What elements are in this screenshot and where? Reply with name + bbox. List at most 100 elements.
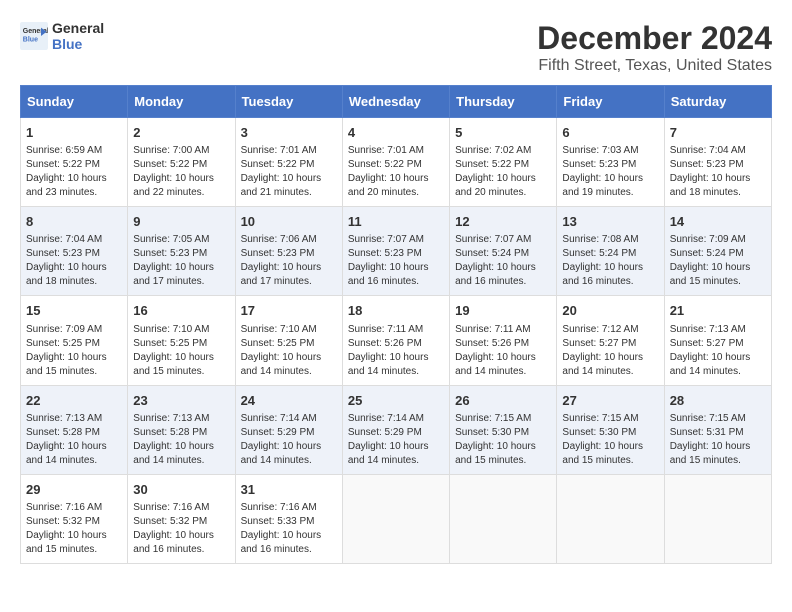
sunrise: Sunrise: 7:14 AM (348, 413, 424, 424)
sunset: Sunset: 5:27 PM (670, 338, 744, 349)
calendar-cell: 6Sunrise: 7:03 AMSunset: 5:23 PMDaylight… (557, 118, 664, 207)
daylight: Daylight: 10 hours and 14 minutes. (26, 441, 107, 466)
sunset: Sunset: 5:29 PM (348, 427, 422, 438)
day-number: 7 (670, 124, 766, 142)
day-number: 2 (133, 124, 229, 142)
daylight: Daylight: 10 hours and 14 minutes. (455, 352, 536, 377)
calendar-week-row: 8 Sunrise: 7:04 AM Sunset: 5:23 PM Daylight… (21, 207, 772, 296)
sunrise: Sunrise: 7:01 AM (348, 145, 424, 156)
daylight: Daylight: 10 hours and 14 minutes. (348, 441, 429, 466)
day-number: 25 (348, 392, 444, 410)
day-number: 5 (455, 124, 551, 142)
sunset: Sunset: 5:24 PM (455, 248, 529, 259)
sunset: Sunset: 5:25 PM (26, 338, 100, 349)
daylight: Daylight: 10 hours and 16 minutes. (133, 530, 214, 555)
day-number: 30 (133, 481, 229, 499)
calendar-cell: 9Sunrise: 7:05 AMSunset: 5:23 PMDaylight… (128, 207, 235, 296)
sunrise: Sunrise: 7:06 AM (241, 234, 317, 245)
calendar-cell: 17Sunrise: 7:10 AMSunset: 5:25 PMDayligh… (235, 296, 342, 385)
sunrise: Sunrise: 7:13 AM (26, 413, 102, 424)
sunset: Sunset: 5:32 PM (26, 516, 100, 527)
daylight: Daylight: 10 hours and 16 minutes. (562, 262, 643, 287)
daylight: Daylight: 10 hours and 15 minutes. (26, 530, 107, 555)
sunrise: Sunrise: 7:11 AM (455, 324, 530, 335)
header: General Blue General Blue December 2024 … (20, 20, 772, 75)
calendar-cell: 16Sunrise: 7:10 AMSunset: 5:25 PMDayligh… (128, 296, 235, 385)
day-number: 21 (670, 302, 766, 320)
day-number: 26 (455, 392, 551, 410)
sunrise: Sunrise: 7:09 AM (670, 234, 746, 245)
column-header-thursday: Thursday (450, 86, 557, 118)
calendar-cell (450, 474, 557, 563)
day-number: 9 (133, 213, 229, 231)
sunset: Sunset: 5:24 PM (670, 248, 744, 259)
day-number: 8 (26, 213, 122, 231)
daylight: Daylight: 10 hours and 16 minutes. (241, 530, 322, 555)
sunset: Sunset: 5:22 PM (348, 159, 422, 170)
sunset: Sunset: 5:22 PM (455, 159, 529, 170)
day-number: 10 (241, 213, 337, 231)
calendar-cell: 3Sunrise: 7:01 AMSunset: 5:22 PMDaylight… (235, 118, 342, 207)
calendar-week-row: 15Sunrise: 7:09 AMSunset: 5:25 PMDayligh… (21, 296, 772, 385)
column-header-wednesday: Wednesday (342, 86, 449, 118)
day-number: 24 (241, 392, 337, 410)
daylight: Daylight: 10 hours and 15 minutes. (670, 262, 751, 287)
day-number: 19 (455, 302, 551, 320)
sunset: Sunset: 5:24 PM (562, 248, 636, 259)
sunrise: Sunrise: 7:11 AM (348, 324, 423, 335)
calendar-cell (557, 474, 664, 563)
daylight: Daylight: 10 hours and 14 minutes. (133, 441, 214, 466)
logo-text-line2: Blue (52, 36, 104, 52)
sunrise: Sunrise: 6:59 AM (26, 145, 102, 156)
sunrise: Sunrise: 7:04 AM (670, 145, 746, 156)
calendar-cell: 27 Sunrise: 7:15 AM Sunset: 5:30 PM Dayligh… (557, 385, 664, 474)
sunset: Sunset: 5:28 PM (133, 427, 207, 438)
calendar-cell: 19Sunrise: 7:11 AMSunset: 5:26 PMDayligh… (450, 296, 557, 385)
day-number: 31 (241, 481, 337, 499)
column-header-sunday: Sunday (21, 86, 128, 118)
daylight: Daylight: 10 hours and 22 minutes. (133, 173, 214, 198)
daylight: Daylight: 10 hours and 20 minutes. (455, 173, 536, 198)
daylight: Daylight: 10 hours and 15 minutes. (562, 441, 643, 466)
sunrise: Sunrise: 7:01 AM (241, 145, 317, 156)
sunrise: Sunrise: 7:09 AM (26, 324, 102, 335)
daylight: Daylight: 10 hours and 20 minutes. (348, 173, 429, 198)
daylight: Daylight: 10 hours and 15 minutes. (26, 352, 107, 377)
sunrise: Sunrise: 7:15 AM (562, 413, 638, 424)
calendar-cell: 13Sunrise: 7:08 AMSunset: 5:24 PMDayligh… (557, 207, 664, 296)
sunset: Sunset: 5:22 PM (133, 159, 207, 170)
calendar-cell: 23Sunrise: 7:13 AMSunset: 5:28 PMDayligh… (128, 385, 235, 474)
calendar-cell: 18Sunrise: 7:11 AMSunset: 5:26 PMDayligh… (342, 296, 449, 385)
day-number: 23 (133, 392, 229, 410)
calendar-week-row: 1Sunrise: 6:59 AMSunset: 5:22 PMDaylight… (21, 118, 772, 207)
daylight: Daylight: 10 hours and 16 minutes. (348, 262, 429, 287)
sunset: Sunset: 5:23 PM (26, 248, 100, 259)
calendar-header-row: SundayMondayTuesdayWednesdayThursdayFrid… (21, 86, 772, 118)
calendar-week-row: 22Sunrise: 7:13 AMSunset: 5:28 PMDayligh… (21, 385, 772, 474)
calendar-cell: 28Sunrise: 7:15 AMSunset: 5:31 PMDayligh… (664, 385, 771, 474)
daylight: Daylight: 10 hours and 14 minutes. (562, 352, 643, 377)
sunset: Sunset: 5:31 PM (670, 427, 744, 438)
svg-text:Blue: Blue (23, 37, 38, 44)
sunrise: Sunrise: 7:10 AM (241, 324, 317, 335)
calendar-cell: 10Sunrise: 7:06 AMSunset: 5:23 PMDayligh… (235, 207, 342, 296)
calendar-cell: 15Sunrise: 7:09 AMSunset: 5:25 PMDayligh… (21, 296, 128, 385)
sunset: Sunset: 5:25 PM (241, 338, 315, 349)
day-number: 18 (348, 302, 444, 320)
sunrise: Sunrise: 7:16 AM (133, 502, 209, 513)
daylight: Daylight: 10 hours and 18 minutes. (26, 262, 107, 287)
daylight: Daylight: 10 hours and 15 minutes. (133, 352, 214, 377)
day-number: 6 (562, 124, 658, 142)
calendar-cell: 1Sunrise: 6:59 AMSunset: 5:22 PMDaylight… (21, 118, 128, 207)
daylight: Daylight: 10 hours and 15 minutes. (455, 441, 536, 466)
calendar-cell: 21Sunrise: 7:13 AMSunset: 5:27 PMDayligh… (664, 296, 771, 385)
sunset: Sunset: 5:30 PM (562, 427, 636, 438)
sunrise: Sunrise: 7:04 AM (26, 234, 102, 245)
day-number: 27 (562, 392, 658, 410)
title-block: December 2024 Fifth Street, Texas, Unite… (537, 20, 772, 75)
day-number: 14 (670, 213, 766, 231)
daylight: Daylight: 10 hours and 14 minutes. (670, 352, 751, 377)
calendar-cell: 31Sunrise: 7:16 AMSunset: 5:33 PMDayligh… (235, 474, 342, 563)
calendar-cell: 11Sunrise: 7:07 AMSunset: 5:23 PMDayligh… (342, 207, 449, 296)
daylight: Daylight: 10 hours and 21 minutes. (241, 173, 322, 198)
